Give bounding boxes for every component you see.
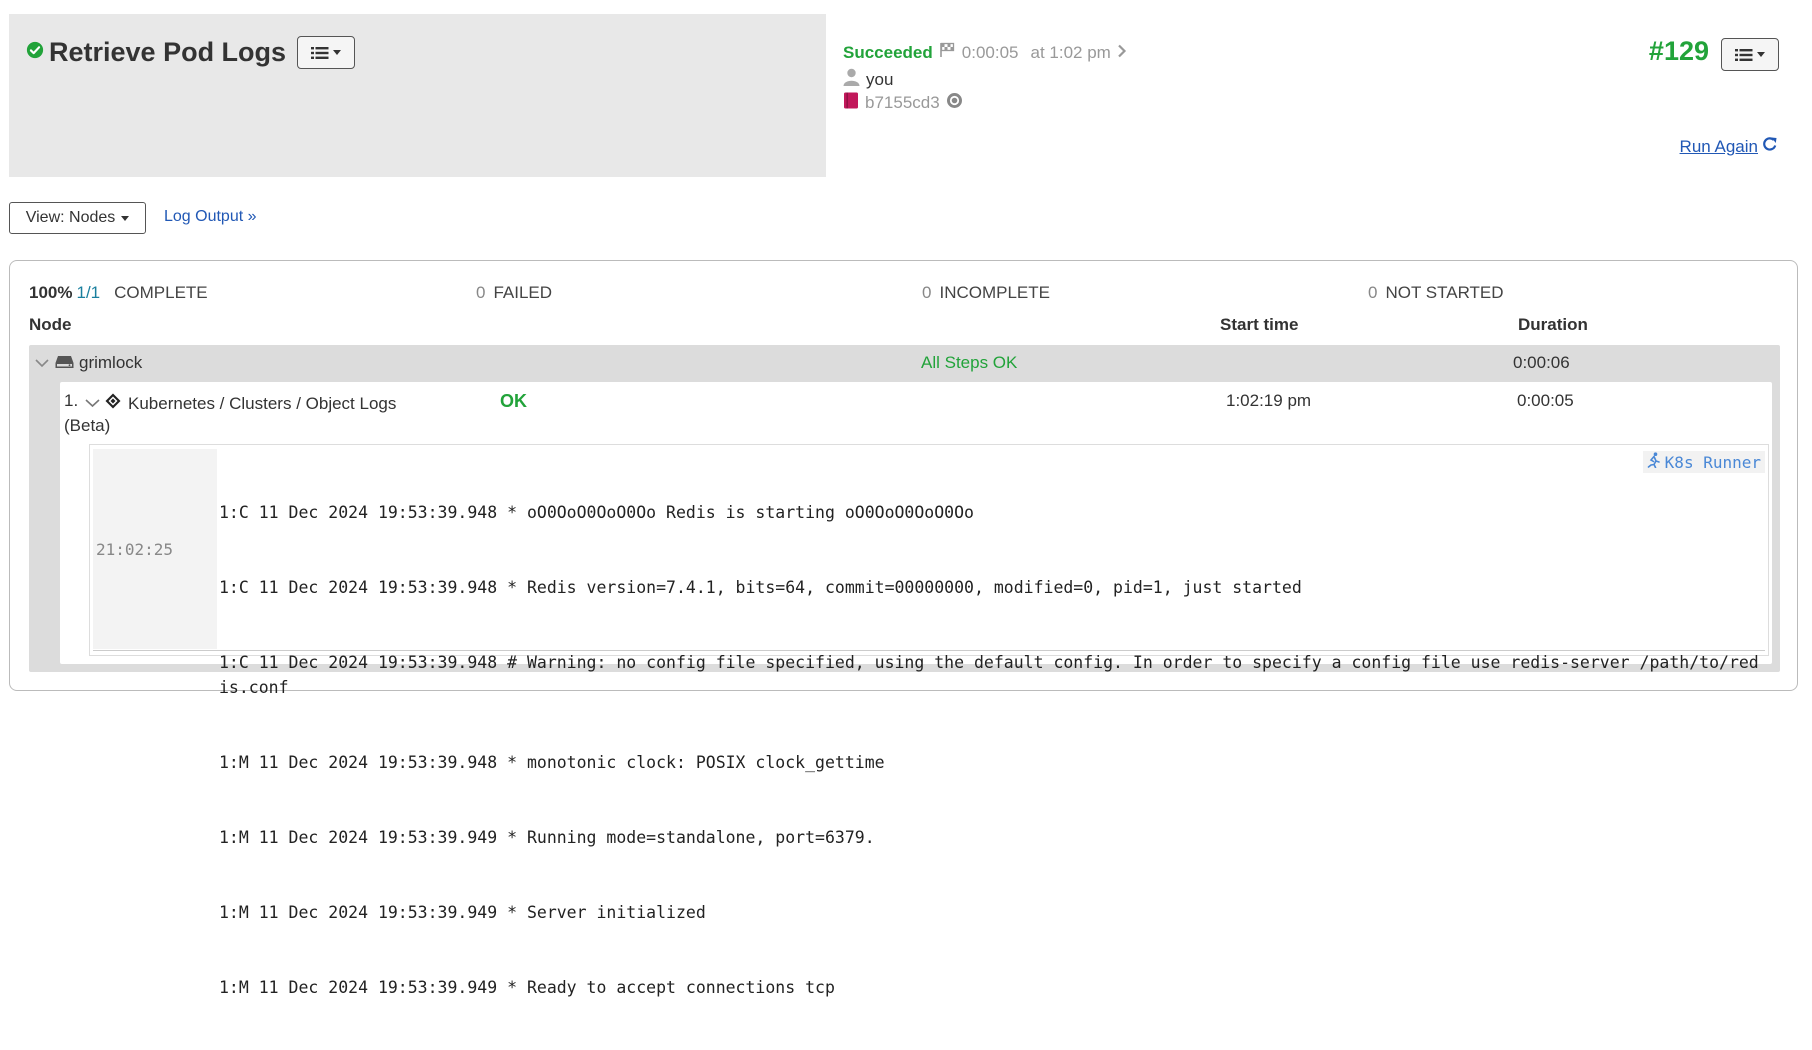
step-start-time: 1:02:19 pm bbox=[1226, 391, 1312, 410]
execution-number: #129 bbox=[1648, 36, 1709, 66]
commit-id[interactable]: b7155cd3 bbox=[865, 93, 940, 113]
incomplete-label: INCOMPLETE bbox=[939, 283, 1050, 302]
execution-summary-panel: 100% 1/1 COMPLETE 0 FAILED 0 INCOMPLETE … bbox=[9, 260, 1798, 997]
diamond-icon bbox=[105, 393, 121, 414]
chevron-down-icon[interactable] bbox=[85, 392, 100, 413]
execution-info-panel: Succeeded 0:00:05 at 1:02 pm you b7155cd… bbox=[826, 14, 1798, 177]
log-line: 1:M 11 Dec 2024 19:53:39.948 * monotonic… bbox=[219, 753, 885, 772]
node-group: grimlock All Steps OK 0:00:06 1. Kuberne… bbox=[29, 345, 1780, 997]
column-header-start-time: Start time bbox=[1220, 315, 1299, 334]
runner-badge: K8s Runner bbox=[1642, 451, 1765, 473]
book-icon bbox=[843, 92, 859, 114]
job-title-panel: Retrieve Pod Logs bbox=[9, 14, 826, 177]
execution-header: Retrieve Pod Logs Succeeded 0:00:05 at 1… bbox=[9, 14, 1798, 177]
check-circle-icon bbox=[26, 41, 49, 64]
user-line: you bbox=[843, 68, 893, 91]
node-status: All Steps OK bbox=[921, 353, 1018, 372]
log-lines: 1:C 11 Dec 2024 19:53:39.948 * oO0OoO0Oo… bbox=[219, 450, 1759, 1050]
step-name[interactable]: Kubernetes / Clusters / Object Logs bbox=[128, 391, 488, 416]
log-line: 1:M 11 Dec 2024 19:53:39.949 * Running m… bbox=[219, 828, 875, 847]
user-icon bbox=[843, 68, 860, 91]
summary-row: 100% 1/1 COMPLETE 0 FAILED 0 INCOMPLETE … bbox=[10, 283, 1797, 303]
column-header-node: Node bbox=[29, 315, 72, 334]
log-output-box[interactable]: 21:02:25 1:C 11 Dec 2024 19:53:39.948 * … bbox=[89, 444, 1769, 997]
list-icon bbox=[1735, 48, 1753, 62]
runner-label: K8s Runner bbox=[1664, 452, 1761, 472]
caret-down-icon bbox=[333, 50, 342, 55]
log-line: 1:C 11 Dec 2024 19:53:39.948 # Warning: … bbox=[219, 653, 1759, 697]
summary-complete: 100% 1/1 COMPLETE bbox=[29, 283, 208, 303]
summary-failed: 0 FAILED bbox=[476, 283, 552, 303]
chevron-down-icon[interactable] bbox=[35, 353, 49, 373]
incomplete-count: 0 bbox=[922, 283, 932, 302]
not-started-count: 0 bbox=[1368, 283, 1378, 302]
complete-label: COMPLETE bbox=[114, 283, 208, 302]
step-number: 1. bbox=[64, 391, 79, 410]
job-actions-menu-button[interactable] bbox=[297, 36, 356, 69]
summary-incomplete: 0 INCOMPLETE bbox=[922, 283, 1050, 303]
job-title[interactable]: Retrieve Pod Logs bbox=[49, 37, 286, 68]
log-line: 1:C 11 Dec 2024 19:53:39.948 * oO0OoO0Oo… bbox=[219, 503, 974, 522]
record-icon bbox=[946, 92, 963, 114]
step-status: OK bbox=[500, 391, 527, 411]
log-divider bbox=[93, 650, 1765, 651]
step-name-suffix: (Beta) bbox=[64, 416, 111, 435]
execution-time: at 1:02 pm bbox=[1030, 42, 1111, 62]
log-line: 1:C 11 Dec 2024 19:53:39.948 * Redis ver… bbox=[219, 578, 1302, 597]
log-output-link[interactable]: Log Output » bbox=[164, 208, 257, 226]
node-row[interactable]: grimlock All Steps OK 0:00:06 bbox=[29, 345, 1780, 379]
list-icon bbox=[311, 46, 329, 60]
status-line: Succeeded 0:00:05 at 1:02 pm bbox=[843, 42, 1127, 63]
failed-count: 0 bbox=[476, 283, 486, 302]
log-line: 1:M 11 Dec 2024 19:53:39.949 * Server in… bbox=[219, 903, 706, 922]
summary-not-started: 0 NOT STARTED bbox=[1368, 283, 1504, 303]
complete-percent: 100% bbox=[29, 283, 73, 302]
complete-fraction: 1/1 bbox=[76, 283, 101, 302]
caret-down-icon bbox=[1757, 52, 1765, 57]
view-mode-label: View: Nodes bbox=[25, 209, 116, 226]
server-icon bbox=[55, 354, 74, 374]
chevron-right-icon[interactable] bbox=[1117, 43, 1127, 63]
execution-user: you bbox=[866, 69, 894, 89]
not-started-label: NOT STARTED bbox=[1385, 283, 1504, 302]
caret-down-icon bbox=[121, 215, 130, 221]
running-person-icon bbox=[1647, 452, 1661, 472]
job-title-row: Retrieve Pod Logs bbox=[26, 36, 356, 69]
refresh-icon bbox=[1762, 136, 1778, 157]
step-duration: 0:00:05 bbox=[1517, 391, 1574, 410]
step-row: 1. Kubernetes / Clusters / Object Logs (… bbox=[60, 382, 1772, 997]
execution-status: Succeeded bbox=[843, 42, 933, 62]
checkered-flag-icon bbox=[939, 42, 956, 63]
column-header-duration: Duration bbox=[1518, 315, 1588, 334]
view-mode-dropdown[interactable]: View: Nodes bbox=[9, 202, 146, 234]
failed-label: FAILED bbox=[493, 283, 553, 302]
execution-duration: 0:00:05 bbox=[961, 42, 1019, 62]
execution-actions-menu-button[interactable] bbox=[1721, 38, 1779, 71]
log-line: 1:M 11 Dec 2024 19:53:39.949 * Ready to … bbox=[219, 978, 835, 997]
node-duration: 0:00:06 bbox=[1513, 353, 1570, 372]
run-again-link[interactable]: Run Again bbox=[1680, 136, 1778, 157]
log-timestamp: 21:02:25 bbox=[93, 449, 217, 649]
node-name: grimlock bbox=[79, 353, 143, 372]
run-again-label: Run Again bbox=[1679, 136, 1758, 156]
commit-line: b7155cd3 bbox=[843, 92, 963, 114]
